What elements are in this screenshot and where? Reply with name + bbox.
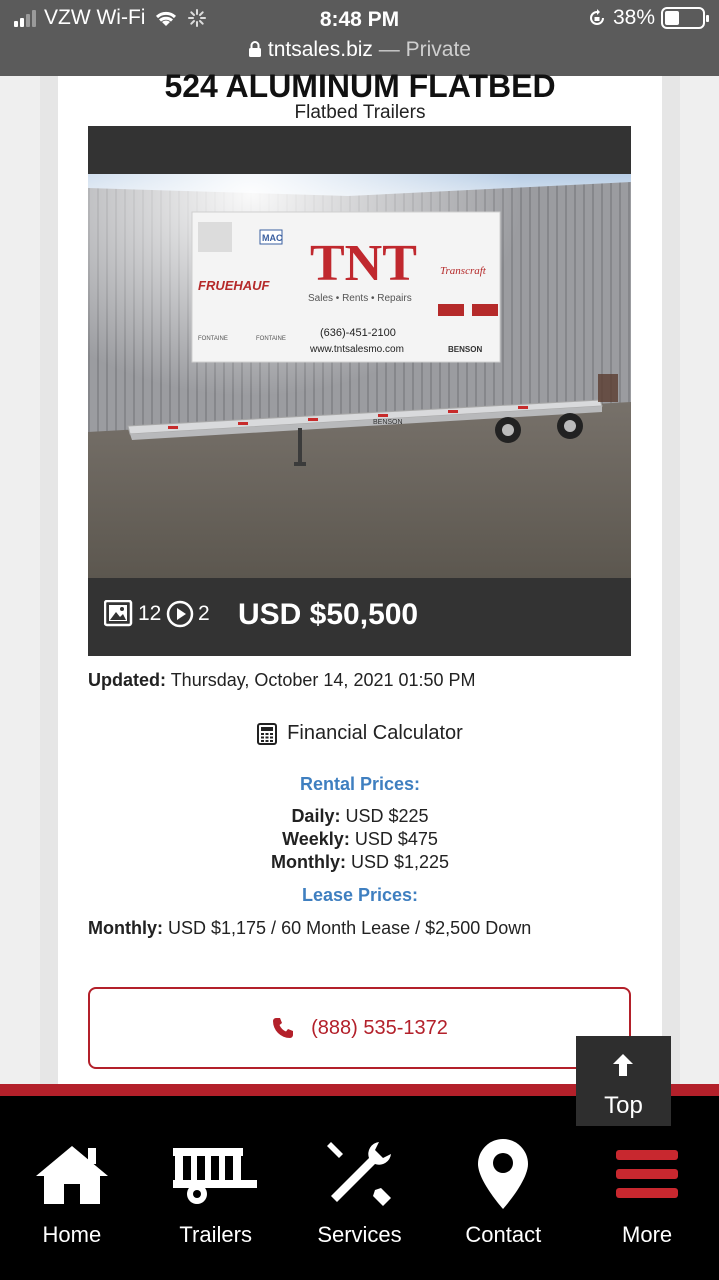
call-phone-button[interactable]: (888) 535-1372 — [88, 987, 631, 1069]
updated-label: Updated: — [88, 670, 166, 690]
rental-monthly-value: USD $1,225 — [350, 852, 450, 872]
nav-label-contact: Contact — [465, 1222, 542, 1247]
sign-brand-right: Transcraft — [440, 265, 487, 277]
nav-item-home[interactable]: Home — [0, 1096, 144, 1280]
call-phone-number: (888) 535-1372 — [311, 1016, 448, 1039]
rental-monthly: Monthly: USD $1,225 — [58, 851, 662, 874]
rental-monthly-label: Monthly: — [270, 852, 346, 872]
lease-monthly-label: Monthly: — [88, 918, 163, 938]
rental-daily-value: USD $225 — [345, 806, 429, 826]
trailer-brand-label: BENSON — [373, 419, 403, 426]
nav-label-trailers: Trailers — [179, 1222, 252, 1247]
lock-icon — [248, 38, 268, 61]
nav-item-trailers[interactable]: Trailers — [144, 1096, 288, 1280]
gallery-header-strip — [88, 126, 631, 174]
sign-brand-mac: MAC — [262, 233, 283, 243]
sign-logo-text: TNT — [310, 235, 417, 292]
battery-icon — [661, 7, 709, 29]
financial-calculator-label: Financial Calculator — [287, 722, 463, 744]
rental-daily: Daily: USD $225 — [58, 805, 662, 828]
listing-photo[interactable]: TNT Sales • Rents • Repairs (636)-451-21… — [88, 174, 631, 578]
listing-category[interactable]: Flatbed Trailers — [58, 102, 662, 124]
rental-weekly-label: Weekly: — [282, 829, 350, 849]
updated-value: Thursday, October 14, 2021 01:50 PM — [170, 670, 476, 690]
lease-monthly-value: USD $1,175 / 60 Month Lease / $2,500 Dow… — [168, 918, 532, 938]
nav-label-home: Home — [42, 1222, 102, 1247]
rental-weekly-value: USD $475 — [354, 829, 438, 849]
nav-item-contact[interactable]: Contact — [431, 1096, 575, 1280]
updated-date: Updated: Thursday, October 14, 2021 01:5… — [88, 670, 476, 691]
arrow-up-icon — [613, 1054, 633, 1076]
nav-label-services: Services — [317, 1222, 402, 1247]
back-to-top-button[interactable]: Top — [576, 1036, 671, 1126]
status-bar: VZW Wi-Fi 8:48 PM 38% tntsales.biz — Pri… — [0, 0, 719, 76]
photo-gallery-icon — [104, 600, 133, 627]
back-to-top-label: Top — [604, 1092, 643, 1119]
sign-brand-small-2: FONTAINE — [256, 336, 286, 342]
home-icon — [35, 1146, 108, 1204]
nav-item-services[interactable]: Services — [288, 1096, 432, 1280]
sign-url: www.tntsalesmo.com — [309, 344, 404, 355]
private-label: — Private — [378, 38, 471, 61]
rental-prices-heading: Rental Prices: — [299, 774, 421, 794]
map-pin-icon — [478, 1139, 529, 1209]
photo-count[interactable]: 12 — [104, 600, 161, 628]
photo-count-value: 12 — [138, 602, 162, 625]
status-right: 38% — [587, 6, 709, 30]
calculator-icon — [257, 722, 278, 745]
play-circle-icon — [166, 600, 194, 628]
video-count[interactable]: 2 — [166, 600, 210, 628]
rental-weekly: Weekly: USD $475 — [58, 828, 662, 851]
trailer-icon — [172, 1148, 257, 1204]
financial-calculator-link[interactable]: Financial Calculator — [58, 722, 662, 745]
battery-percent: 38% — [612, 6, 655, 29]
sign-brand-small-1: FONTAINE — [198, 336, 228, 342]
rental-daily-label: Daily: — [291, 806, 341, 826]
address-bar[interactable]: tntsales.biz — Private — [0, 38, 719, 62]
sign-tagline: Sales • Rents • Repairs — [308, 293, 412, 304]
menu-icon — [616, 1150, 679, 1198]
listing-title: 524 ALUMINUM FLATBED — [164, 68, 556, 104]
sign-phone: (636)-451-2100 — [320, 327, 396, 339]
lease-monthly: Monthly: USD $1,175 / 60 Month Lease / $… — [88, 918, 531, 939]
trailer-photo-illustration: TNT Sales • Rents • Repairs (636)-451-21… — [88, 174, 631, 578]
rotation-lock-icon — [590, 9, 604, 25]
sign-brand-benson: BENSON — [448, 345, 482, 354]
listing-card: 524 ALUMINUM FLATBED Flatbed Trailers TN… — [40, 68, 680, 1096]
lease-prices-heading: Lease Prices: — [301, 885, 419, 905]
phone-icon — [273, 1018, 294, 1038]
tools-icon — [327, 1142, 392, 1206]
nav-label-more: More — [622, 1222, 673, 1247]
address-domain: tntsales.biz — [267, 38, 373, 61]
listing-price: USD $50,500 — [238, 598, 419, 631]
video-count-value: 2 — [198, 602, 210, 625]
photo-info-bar: 12 2 USD $50,500 — [88, 578, 631, 656]
sign-brand-left: FRUEHAUF — [198, 278, 271, 293]
